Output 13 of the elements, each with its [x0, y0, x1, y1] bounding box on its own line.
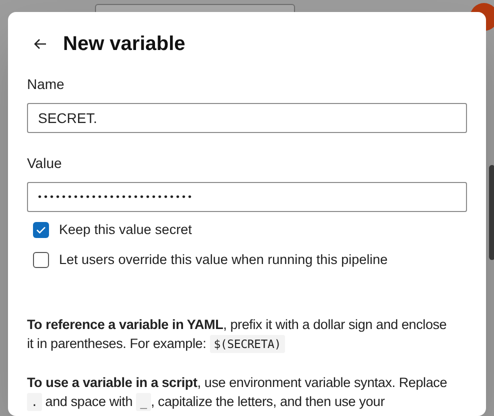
checkbox[interactable] — [33, 222, 49, 238]
field-label: Name — [27, 75, 64, 93]
help-paragraph: To reference a variable in YAML, prefix it with a dollar sign and enclose it in parentheses. For example: $(SECRETA) — [27, 316, 448, 354]
checkbox-label: Let users override this value when running this pipeline — [59, 251, 388, 270]
panel-title: New variable — [63, 34, 186, 54]
checkmark-icon — [36, 226, 46, 234]
input-field[interactable]: •••••••••••••••••••••••••• — [27, 182, 467, 212]
back-arrow-icon[interactable] — [33, 38, 47, 50]
checkbox[interactable] — [33, 252, 49, 268]
input-field[interactable]: SECRET. — [27, 103, 467, 133]
help-paragraph: To use a variable in a script, use environment variable syntax. Replace . and space with _ , capitalize the letters, and then use your — [27, 374, 448, 412]
checkbox-label: Keep this value secret — [59, 221, 192, 239]
field-label: Value — [27, 154, 62, 172]
